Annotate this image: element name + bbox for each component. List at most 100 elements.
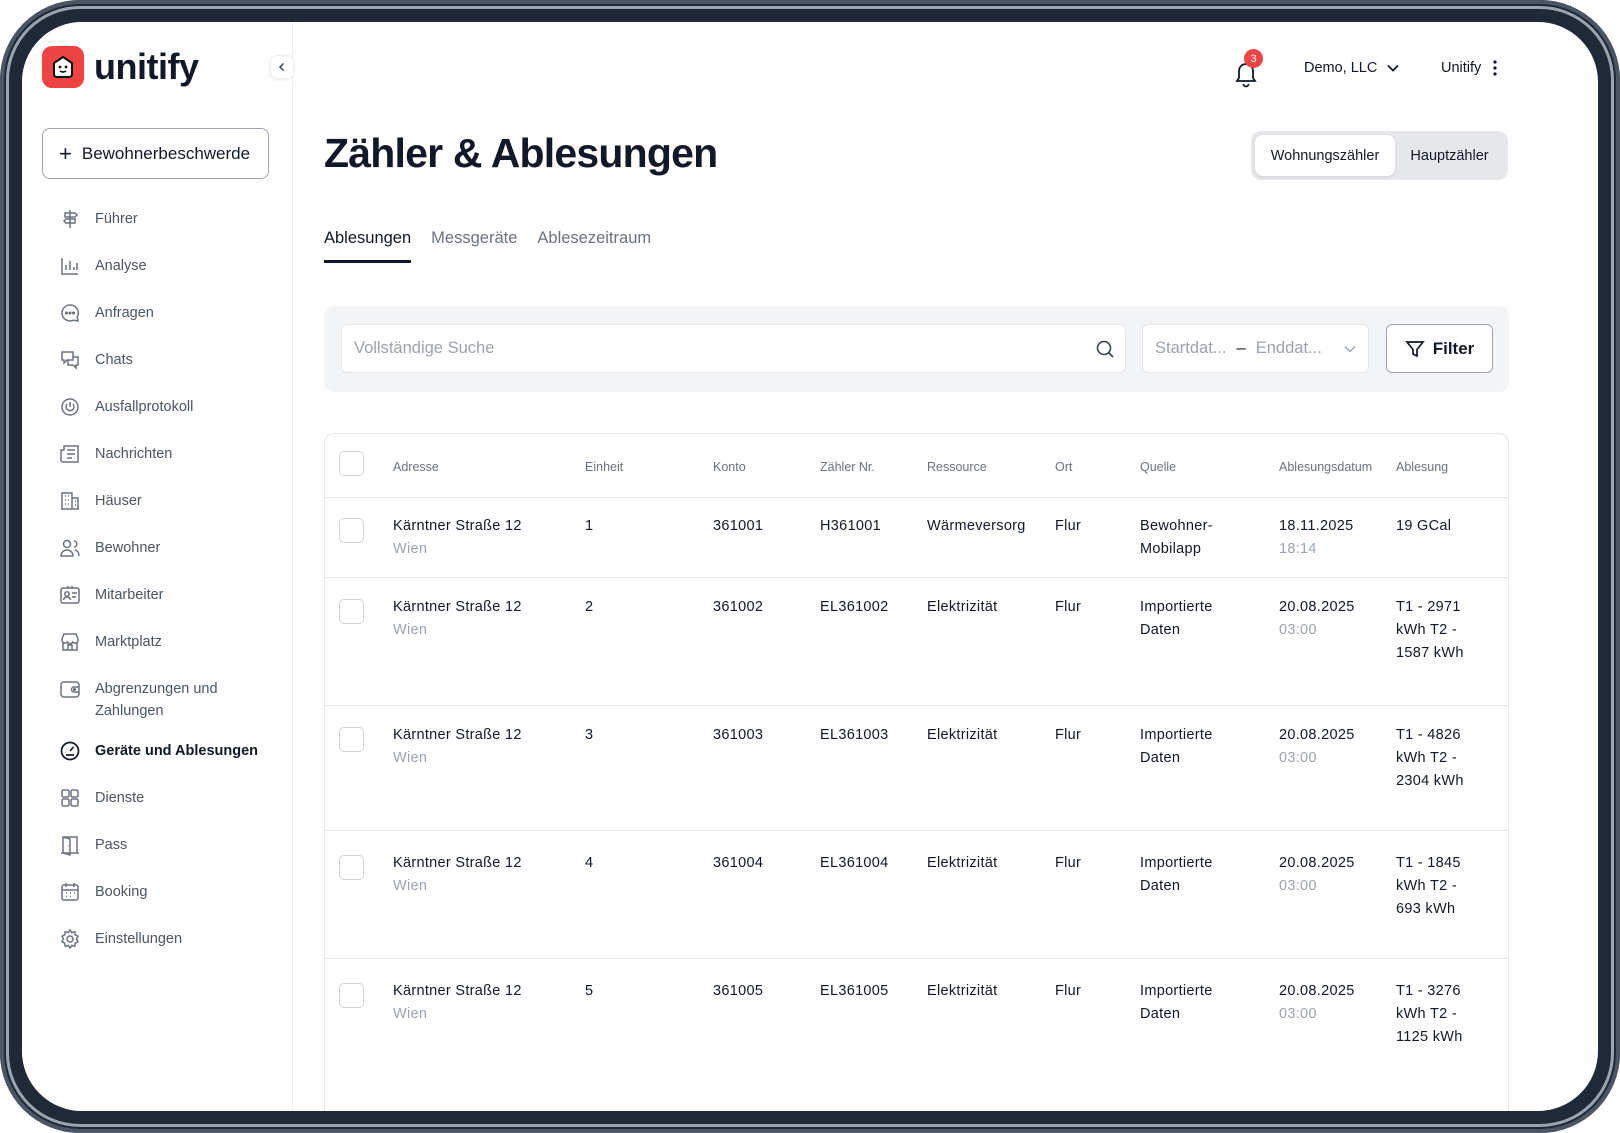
- sidebar-item-marktplatz[interactable]: Marktplatz: [42, 619, 282, 666]
- address-cell: Kärntner Straße 12: [393, 855, 522, 871]
- filter-label: Filter: [1432, 338, 1475, 358]
- column-header[interactable]: Ressource: [927, 460, 987, 474]
- sidebar-item-chats[interactable]: Chats: [42, 337, 282, 384]
- account-cell: 361003: [713, 727, 764, 743]
- door-icon: [61, 836, 79, 856]
- reading-cell: T1 - 4826 kWh T2 - 2304 kWh: [1396, 727, 1464, 789]
- sidebar-item-dienste[interactable]: Dienste: [42, 775, 282, 822]
- device-frame: unitify + Bewohnerbeschwerde Führer Anal…: [0, 0, 1620, 1133]
- sidebar-item-geraete[interactable]: Geräte und Ablesungen: [42, 728, 282, 775]
- meter-type-toggle: Wohnungszähler Hauptzähler: [1251, 131, 1508, 180]
- select-all-checkbox[interactable]: [339, 451, 364, 476]
- unit-cell: 2: [585, 599, 594, 615]
- time-cell: 03:00: [1279, 622, 1317, 638]
- more-vertical-icon: [1493, 60, 1497, 76]
- gear-icon: [60, 928, 80, 950]
- sidebar-item-einstellungen[interactable]: Einstellungen: [42, 916, 282, 963]
- newspaper-icon: [60, 445, 79, 463]
- tab-ablesezeitraum[interactable]: Ablesezeitraum: [537, 229, 651, 263]
- sidebar-item-booking[interactable]: Booking: [42, 869, 282, 916]
- column-header[interactable]: Zähler Nr.: [820, 460, 875, 474]
- user-menu[interactable]: Unitify: [1441, 60, 1497, 76]
- logo[interactable]: unitify: [42, 46, 199, 88]
- column-header[interactable]: Ablesungsdatum: [1279, 460, 1372, 474]
- logo-icon: [42, 46, 84, 88]
- id-card-icon: [60, 586, 80, 604]
- power-icon: [61, 398, 79, 416]
- meter-cell: H361001: [820, 518, 881, 534]
- source-cell: Bewohner-Mobilapp: [1140, 518, 1213, 557]
- table-row[interactable]: Kärntner Straße 12 Wien 1 361001 H361001 …: [325, 498, 1508, 578]
- row-checkbox[interactable]: [339, 855, 364, 880]
- sidebar-item-pass[interactable]: Pass: [42, 822, 282, 869]
- time-cell: 03:00: [1279, 1006, 1317, 1022]
- chevron-down-icon: [1344, 345, 1356, 353]
- resource-cell: Wärmeversorgung: [927, 518, 1025, 534]
- notification-badge: 3: [1244, 49, 1263, 68]
- sidebar-item-nachrichten[interactable]: Nachrichten: [42, 431, 282, 478]
- time-cell: 03:00: [1279, 878, 1317, 894]
- column-header[interactable]: Ort: [1055, 460, 1072, 474]
- address-cell: Kärntner Straße 12: [393, 727, 522, 743]
- segment-hauptzaehler[interactable]: Hauptzähler: [1395, 135, 1504, 176]
- reading-cell: T1 - 3276 kWh T2 - 1125 kWh: [1396, 983, 1463, 1045]
- search-input[interactable]: [341, 324, 1126, 373]
- city-cell: Wien: [393, 750, 428, 766]
- organization-selector[interactable]: Demo, LLC: [1304, 60, 1399, 76]
- date-cell: 20.08.2025: [1279, 855, 1355, 871]
- sidebar-item-mitarbeiter[interactable]: Mitarbeiter: [42, 572, 282, 619]
- filter-button[interactable]: Filter: [1386, 324, 1493, 373]
- column-header[interactable]: Quelle: [1140, 460, 1176, 474]
- sidebar-item-analyse[interactable]: Analyse: [42, 243, 282, 290]
- resource-cell: Elektrizität: [927, 855, 998, 871]
- date-cell: 20.08.2025: [1279, 983, 1355, 999]
- bar-chart-icon: [61, 258, 78, 275]
- column-header[interactable]: Konto: [713, 460, 746, 474]
- tab-messgeraete[interactable]: Messgeräte: [431, 229, 517, 263]
- tab-ablesungen[interactable]: Ablesungen: [324, 229, 412, 263]
- sidebar-item-bewohner[interactable]: Bewohner: [42, 525, 282, 572]
- table-row[interactable]: Kärntner Straße 12 Wien 5 361005 EL361005…: [325, 963, 1508, 1103]
- date-cell: 20.08.2025: [1279, 727, 1355, 743]
- meter-cell: EL361003: [820, 727, 889, 743]
- new-complaint-button[interactable]: + Bewohnerbeschwerde: [42, 128, 269, 179]
- collapse-sidebar-button[interactable]: [270, 55, 294, 79]
- row-checkbox[interactable]: [339, 727, 364, 752]
- calendar-icon: [61, 883, 79, 901]
- segment-wohnungszaehler[interactable]: Wohnungszähler: [1255, 135, 1395, 176]
- filter-bar: Startdat... – Enddat... Filter: [324, 306, 1509, 392]
- sidebar: unitify + Bewohnerbeschwerde Führer Anal…: [22, 22, 294, 1111]
- sidebar-item-anfragen[interactable]: Anfragen: [42, 290, 282, 337]
- sidebar-item-fuehrer[interactable]: Führer: [42, 196, 282, 243]
- table-header: Adresse Einheit Konto Zähler Nr. Ressour…: [325, 434, 1508, 498]
- unit-cell: 5: [585, 983, 594, 999]
- start-date-placeholder: Startdat...: [1155, 339, 1227, 357]
- column-header[interactable]: Einheit: [585, 460, 623, 474]
- unit-cell: 3: [585, 727, 594, 743]
- reading-cell: T1 - 1845 kWh T2 - 693 kWh: [1396, 855, 1461, 917]
- source-cell: Importierte Daten: [1140, 599, 1213, 638]
- column-header[interactable]: Ablesung: [1396, 460, 1448, 474]
- resource-cell: Elektrizität: [927, 983, 998, 999]
- date-cell: 18.11.2025: [1279, 518, 1354, 534]
- chats-icon: [61, 351, 79, 370]
- app-screen: unitify + Bewohnerbeschwerde Führer Anal…: [22, 22, 1598, 1111]
- row-checkbox[interactable]: [339, 518, 364, 543]
- city-cell: Wien: [393, 622, 428, 638]
- table-row[interactable]: Kärntner Straße 12 Wien 4 361004 EL361004…: [325, 835, 1508, 959]
- account-cell: 361004: [713, 855, 764, 871]
- sidebar-item-abgrenzungen[interactable]: Abgrenzungen und Zahlungen: [42, 666, 282, 728]
- row-checkbox[interactable]: [339, 599, 364, 624]
- sidebar-item-ausfallprotokoll[interactable]: Ausfallprotokoll: [42, 384, 282, 431]
- source-cell: Importierte Daten: [1140, 727, 1213, 766]
- unit-cell: 1: [585, 518, 594, 534]
- row-checkbox[interactable]: [339, 983, 364, 1008]
- date-cell: 20.08.2025: [1279, 599, 1355, 615]
- city-cell: Wien: [393, 541, 428, 557]
- column-header[interactable]: Adresse: [393, 460, 439, 474]
- sidebar-item-haeuser[interactable]: Häuser: [42, 478, 282, 525]
- table-row[interactable]: Kärntner Straße 12 Wien 3 361003 EL361003…: [325, 707, 1508, 831]
- date-range-picker[interactable]: Startdat... – Enddat...: [1142, 324, 1369, 373]
- table-row[interactable]: Kärntner Straße 12 Wien 2 361002 EL361002…: [325, 579, 1508, 706]
- chevron-left-icon: [278, 62, 285, 72]
